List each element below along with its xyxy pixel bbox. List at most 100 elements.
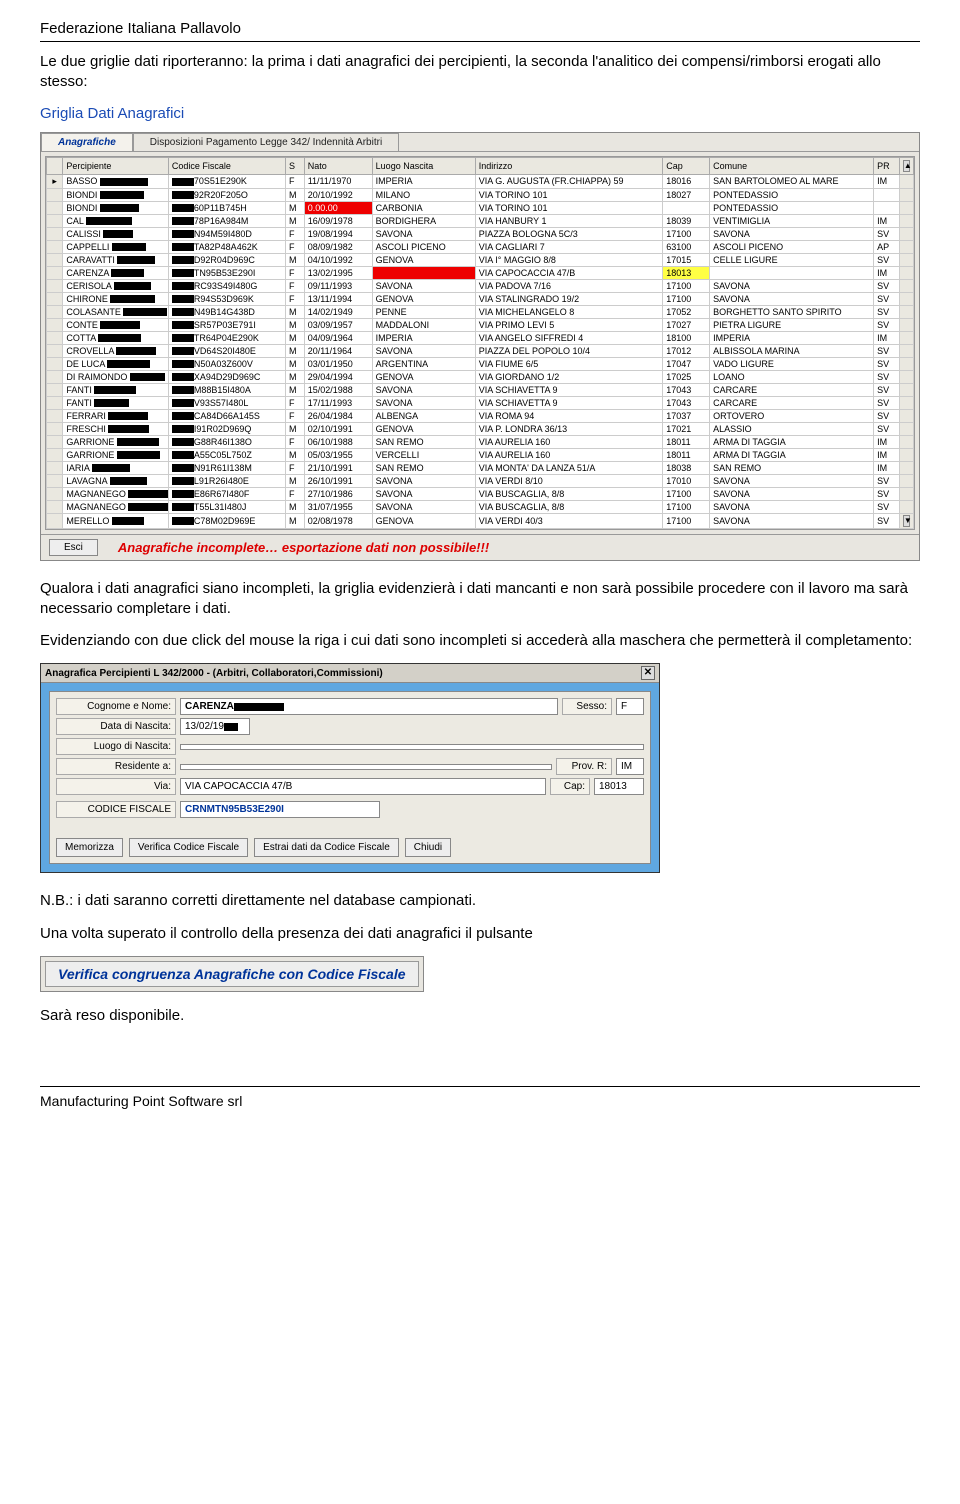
- input-data-nascita[interactable]: 13/02/19: [180, 718, 250, 735]
- close-icon[interactable]: ✕: [641, 666, 655, 680]
- scrollbar-track[interactable]: [899, 266, 913, 279]
- cell-comune: LOANO: [710, 370, 874, 383]
- table-row[interactable]: COTTA TR64P04E290KM04/09/1964IMPERIAVIA …: [47, 331, 914, 344]
- cell-luogo: GENOVA: [372, 422, 475, 435]
- scrollbar-track[interactable]: [899, 214, 913, 227]
- scrollbar-track[interactable]: [899, 422, 913, 435]
- scrollbar-track[interactable]: [899, 318, 913, 331]
- table-row[interactable]: FERRARI CA84D66A145SF26/04/1984ALBENGAVI…: [47, 409, 914, 422]
- scrollbar-track[interactable]: [899, 305, 913, 318]
- scrollbar-track[interactable]: [899, 461, 913, 474]
- scroll-up-arrow[interactable]: ▲: [899, 157, 913, 174]
- scrollbar-track[interactable]: ▼: [899, 513, 913, 528]
- table-row[interactable]: CAL 78P16A984MM16/09/1978BORDIGHERAVIA H…: [47, 214, 914, 227]
- verify-congruenza-button[interactable]: Verifica congruenza Anagrafiche con Codi…: [45, 961, 419, 987]
- cell-comune: SAVONA: [710, 500, 874, 513]
- scrollbar-track[interactable]: [899, 279, 913, 292]
- table-row[interactable]: CAPPELLI TA82P48A462KF08/09/1982ASCOLI P…: [47, 240, 914, 253]
- col-indirizzo[interactable]: Indirizzo: [475, 157, 662, 174]
- col-s[interactable]: S: [285, 157, 304, 174]
- table-row[interactable]: FRESCHI I91R02D969QM02/10/1991GENOVAVIA …: [47, 422, 914, 435]
- scrollbar-track[interactable]: [899, 174, 913, 188]
- table-row[interactable]: CROVELLA VD64S20I480EM20/11/1964SAVONAPI…: [47, 344, 914, 357]
- scrollbar-track[interactable]: [899, 357, 913, 370]
- table-row[interactable]: GARRIONE A55C05L750ZM05/03/1955VERCELLIV…: [47, 448, 914, 461]
- cell-pr: IM: [874, 174, 900, 188]
- label-cf: CODICE FISCALE: [56, 801, 176, 818]
- table-row[interactable]: GARRIONE G88R46I138OF06/10/1988SAN REMOV…: [47, 435, 914, 448]
- scrollbar-track[interactable]: [899, 370, 913, 383]
- scrollbar-track[interactable]: [899, 396, 913, 409]
- scrollbar-track[interactable]: [899, 201, 913, 214]
- table-row[interactable]: CARAVATTI D92R04D969CM04/10/1992GENOVAVI…: [47, 253, 914, 266]
- tab-anagrafiche[interactable]: Anagrafiche: [41, 133, 133, 151]
- cell-luogo: ASCOLI PICENO: [372, 240, 475, 253]
- table-row[interactable]: BIONDI 60P11B745HM0.00.00CARBONIAVIA TOR…: [47, 201, 914, 214]
- scrollbar-track[interactable]: [899, 487, 913, 500]
- cell-nato: 04/10/1992: [304, 253, 372, 266]
- table-row[interactable]: DE LUCA N50A03Z600VM03/01/1950ARGENTINAV…: [47, 357, 914, 370]
- input-luogo-nascita[interactable]: [180, 744, 644, 750]
- input-via[interactable]: VIA CAPOCACCIA 47/B: [180, 778, 546, 795]
- col-nato[interactable]: Nato: [304, 157, 372, 174]
- table-row[interactable]: FANTI V93S57I480LF17/11/1993SAVONAVIA SC…: [47, 396, 914, 409]
- cell-percipiente: CARAVATTI: [63, 253, 168, 266]
- tab-disposizioni[interactable]: Disposizioni Pagamento Legge 342/ Indenn…: [133, 133, 399, 151]
- cell-nato: 02/10/1991: [304, 422, 372, 435]
- col-luogo[interactable]: Luogo Nascita: [372, 157, 475, 174]
- table-row[interactable]: IARIA N91R61I138MF21/10/1991SAN REMOVIA …: [47, 461, 914, 474]
- scrollbar-track[interactable]: [899, 292, 913, 305]
- table-row[interactable]: MERELLO C78M02D969EM02/08/1978GENOVAVIA …: [47, 513, 914, 528]
- table-row[interactable]: CALISSI N94M59I480DF19/08/1994SAVONAPIAZ…: [47, 227, 914, 240]
- table-row[interactable]: CERISOLA RC93S49I480GF09/11/1993SAVONAVI…: [47, 279, 914, 292]
- scrollbar-track[interactable]: [899, 435, 913, 448]
- table-row[interactable]: DI RAIMONDO XA94D29D969CM29/04/1994GENOV…: [47, 370, 914, 383]
- estrai-button[interactable]: Estrai dati da Codice Fiscale: [254, 838, 399, 857]
- scrollbar-track[interactable]: [899, 253, 913, 266]
- table-row[interactable]: ▸BASSO 70S51E290KF11/11/1970IMPERIAVIA G…: [47, 174, 914, 188]
- chiudi-button[interactable]: Chiudi: [405, 838, 451, 857]
- col-cap[interactable]: Cap: [663, 157, 710, 174]
- table-row[interactable]: LAVAGNA L91R26I480EM26/10/1991SAVONAVIA …: [47, 474, 914, 487]
- scrollbar-track[interactable]: [899, 448, 913, 461]
- cell-luogo: GENOVA: [372, 292, 475, 305]
- col-percipiente[interactable]: Percipiente: [63, 157, 168, 174]
- table-row[interactable]: CARENZA TN95B53E290IF13/02/1995VIA CAPOC…: [47, 266, 914, 279]
- verifica-cf-button[interactable]: Verifica Codice Fiscale: [129, 838, 248, 857]
- scrollbar-track[interactable]: [899, 188, 913, 201]
- cell-cf: R94S53D969K: [168, 292, 285, 305]
- col-cf[interactable]: Codice Fiscale: [168, 157, 285, 174]
- table-row[interactable]: BIONDI 92R20F205OM20/10/1992MILANOVIA TO…: [47, 188, 914, 201]
- col-comune[interactable]: Comune: [710, 157, 874, 174]
- input-cf[interactable]: CRNMTN95B53E290I: [180, 801, 380, 818]
- label-prov: Prov. R:: [556, 758, 612, 775]
- input-cognome[interactable]: CARENZA: [180, 698, 558, 715]
- cell-cap: 18011: [663, 448, 710, 461]
- data-grid-wrap: Percipiente Codice Fiscale S Nato Luogo …: [45, 156, 915, 530]
- table-row[interactable]: MAGNANEGO T55L31I480JM31/07/1955SAVONAVI…: [47, 500, 914, 513]
- data-grid[interactable]: Percipiente Codice Fiscale S Nato Luogo …: [46, 157, 914, 529]
- table-row[interactable]: COLASANTE N49B14G438DM14/02/1949PENNEVIA…: [47, 305, 914, 318]
- table-row[interactable]: FANTI M88B15I480AM15/02/1988SAVONAVIA SC…: [47, 383, 914, 396]
- memorizza-button[interactable]: Memorizza: [56, 838, 123, 857]
- scrollbar-track[interactable]: [899, 227, 913, 240]
- scrollbar-track[interactable]: [899, 474, 913, 487]
- input-cap[interactable]: 18013: [594, 778, 644, 795]
- scrollbar-track[interactable]: [899, 331, 913, 344]
- scrollbar-track[interactable]: [899, 500, 913, 513]
- scrollbar-track[interactable]: [899, 240, 913, 253]
- verify-button-frame: Verifica congruenza Anagrafiche con Codi…: [40, 956, 424, 992]
- table-row[interactable]: CHIRONE R94S53D969KF13/11/1994GENOVAVIA …: [47, 292, 914, 305]
- input-prov[interactable]: IM: [616, 758, 644, 775]
- scrollbar-track[interactable]: [899, 344, 913, 357]
- scrollbar-track[interactable]: [899, 409, 913, 422]
- table-row[interactable]: CONTE SR57P03E791IM03/09/1957MADDALONIVI…: [47, 318, 914, 331]
- cell-pr: SV: [874, 396, 900, 409]
- input-residente[interactable]: [180, 764, 552, 770]
- col-pr[interactable]: PR: [874, 157, 900, 174]
- esci-button[interactable]: Esci: [49, 539, 98, 556]
- cell-cf: VD64S20I480E: [168, 344, 285, 357]
- table-row[interactable]: MAGNANEGO E86R67I480FF27/10/1986SAVONAVI…: [47, 487, 914, 500]
- input-sesso[interactable]: F: [616, 698, 644, 715]
- scrollbar-track[interactable]: [899, 383, 913, 396]
